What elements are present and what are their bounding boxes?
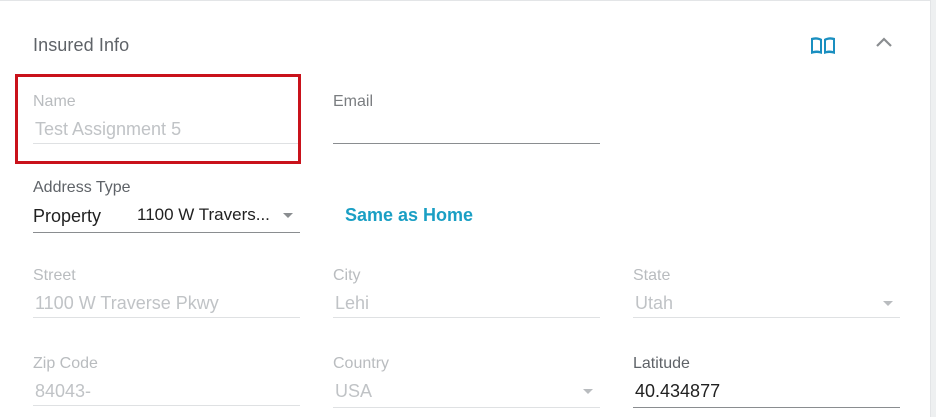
address-type-underline — [33, 232, 300, 233]
country-value: USA — [335, 381, 373, 401]
book-icon[interactable] — [809, 35, 837, 57]
address-type-select[interactable]: Address Type Property 1100 W Travers... — [33, 179, 300, 233]
address-type-dropdown-icon — [283, 213, 293, 218]
state-label: State — [633, 267, 671, 284]
insured-info-card: Insured Info Name Test Assignment 5 Emai… — [0, 0, 931, 417]
city-value: Lehi — [335, 293, 370, 313]
latitude-value: 40.434877 — [635, 381, 721, 401]
state-value: Utah — [635, 293, 674, 313]
highlight-box — [15, 74, 301, 164]
zip-code-value: 84043- — [35, 381, 92, 401]
state-select[interactable]: State Utah — [633, 267, 900, 319]
state-dropdown-icon — [883, 301, 893, 306]
address-type-address: 1100 W Travers... — [137, 205, 270, 224]
email-field[interactable]: Email — [333, 93, 600, 145]
street-value: 1100 W Traverse Pkwy — [35, 293, 219, 313]
address-type-value: Property — [33, 206, 102, 226]
zip-code-underline — [33, 405, 300, 406]
city-label: City — [333, 267, 361, 284]
city-underline — [333, 317, 600, 318]
email-underline — [333, 143, 600, 144]
zip-code-label: Zip Code — [33, 355, 98, 372]
email-label: Email — [333, 93, 374, 110]
section-title: Insured Info — [33, 35, 130, 55]
chevron-up-icon[interactable] — [873, 34, 895, 50]
latitude-label: Latitude — [633, 355, 690, 372]
city-field[interactable]: City Lehi — [333, 267, 600, 319]
street-label: Street — [33, 267, 76, 284]
address-type-label: Address Type — [33, 179, 131, 196]
country-select[interactable]: Country USA — [333, 355, 600, 408]
country-label: Country — [333, 355, 390, 372]
latitude-field[interactable]: Latitude 40.434877 — [633, 355, 900, 408]
same-as-home-link[interactable]: Same as Home — [345, 205, 473, 226]
state-underline — [633, 317, 900, 318]
zip-code-field[interactable]: Zip Code 84043- — [33, 355, 300, 407]
country-underline — [333, 407, 600, 408]
street-field[interactable]: Street 1100 W Traverse Pkwy — [33, 267, 300, 319]
street-underline — [33, 317, 300, 318]
country-dropdown-icon — [583, 389, 593, 394]
latitude-underline — [633, 407, 900, 408]
